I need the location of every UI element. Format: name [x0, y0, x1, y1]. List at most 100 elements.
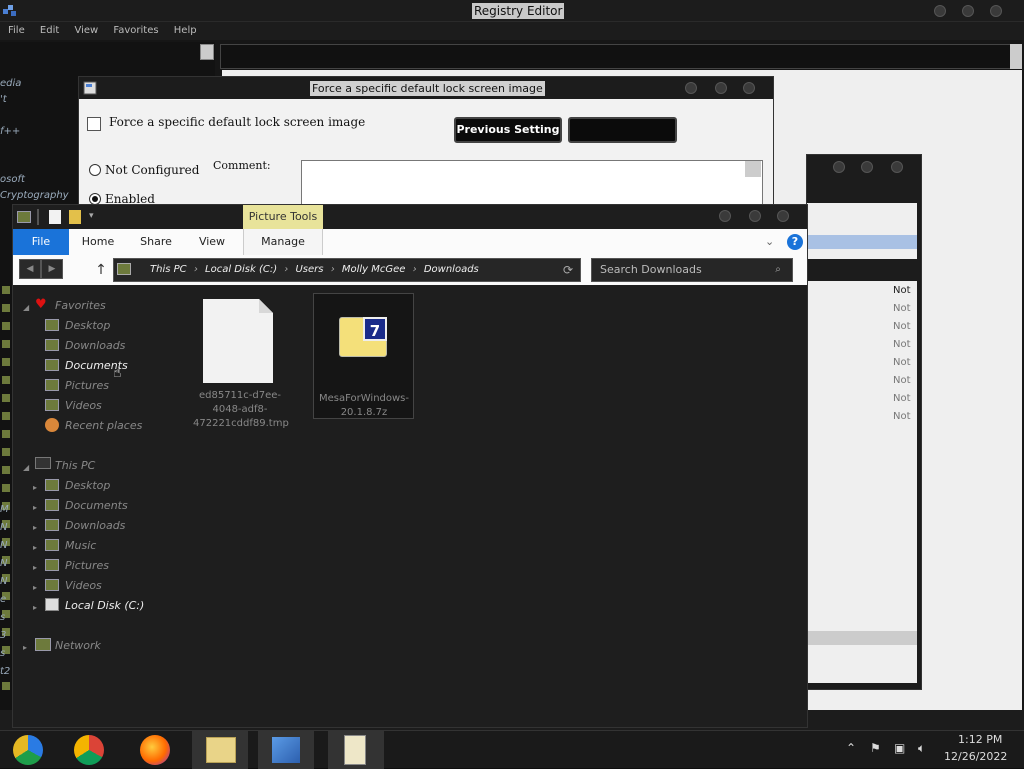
new-folder-icon[interactable]: [69, 210, 81, 224]
firefox-icon: [140, 735, 170, 765]
nav-fav-pictures[interactable]: Pictures: [65, 379, 109, 392]
folder-icon: [2, 358, 10, 366]
nav-pc-documents[interactable]: Documents: [65, 499, 128, 512]
forward-button[interactable]: ▶: [41, 259, 63, 279]
back-button[interactable]: ◀: [19, 259, 41, 279]
minimize-button[interactable]: [934, 5, 946, 17]
maximize-button[interactable]: [861, 161, 873, 173]
menu-help[interactable]: Help: [174, 22, 197, 40]
nav-pc-pictures[interactable]: Pictures: [65, 559, 109, 572]
volume-icon[interactable]: 🔈︎: [918, 741, 925, 756]
nav-pc-local-disk[interactable]: Local Disk (C:): [65, 599, 144, 612]
previous-setting-button[interactable]: Previous Setting: [454, 117, 562, 143]
expand-arrow-icon[interactable]: ▸: [33, 543, 43, 553]
file-explorer-window[interactable]: ▾ Picture Tools File Home Share View Man…: [12, 204, 808, 728]
expand-arrow-icon[interactable]: ◢: [23, 303, 33, 313]
expand-arrow-icon[interactable]: ▸: [33, 523, 43, 533]
taskbar-notepad-button[interactable]: [328, 731, 384, 769]
registry-editor-titlebar[interactable]: Registry Editor: [0, 0, 1024, 22]
close-button[interactable]: [990, 5, 1002, 17]
expand-arrow-icon[interactable]: ▸: [33, 483, 43, 493]
maximize-button[interactable]: [749, 210, 761, 222]
close-button[interactable]: [891, 161, 903, 173]
radio-button[interactable]: [89, 164, 101, 176]
policy-list-pane[interactable]: Not Not Not Not Not Not Not Not: [807, 203, 917, 683]
expand-arrow-icon[interactable]: ▸: [33, 563, 43, 573]
address-bar[interactable]: This PC › Local Disk (C:) › Users › Moll…: [113, 258, 581, 282]
tab-home[interactable]: Home: [73, 229, 123, 255]
minimize-button[interactable]: [685, 82, 697, 94]
nav-pc-videos[interactable]: Videos: [65, 579, 102, 592]
expand-arrow-icon[interactable]: ▸: [33, 503, 43, 513]
close-button[interactable]: [743, 82, 755, 94]
menu-view[interactable]: View: [74, 22, 98, 40]
nav-fav-recent-places[interactable]: Recent places: [65, 419, 142, 432]
search-input[interactable]: Search Downloads: [591, 258, 793, 282]
nav-network[interactable]: Network: [55, 639, 101, 652]
minimize-button[interactable]: [833, 161, 845, 173]
taskbar-firefox-button[interactable]: [126, 731, 182, 769]
7zip-badge-icon: 7: [363, 317, 387, 341]
tab-share[interactable]: Share: [131, 229, 181, 255]
nav-pc-music[interactable]: Music: [65, 539, 96, 552]
nav-pc-downloads[interactable]: Downloads: [65, 519, 125, 532]
expand-arrow-icon[interactable]: ▸: [33, 603, 43, 613]
address-segment[interactable]: Local Disk (C:): [205, 264, 277, 275]
policy-dialog-titlebar[interactable]: Force a specific default lock screen ima…: [79, 77, 773, 99]
explorer-titlebar[interactable]: ▾ Picture Tools: [13, 205, 807, 229]
nav-favorites[interactable]: Favorites: [55, 299, 106, 312]
nav-pc-desktop[interactable]: Desktop: [65, 479, 110, 492]
next-setting-button[interactable]: [568, 117, 677, 143]
taskbar-clock-date[interactable]: 12/26/2022: [944, 750, 1007, 763]
nav-fav-downloads[interactable]: Downloads: [65, 339, 125, 352]
address-segment[interactable]: Users: [295, 264, 323, 275]
menu-favorites[interactable]: Favorites: [113, 22, 158, 40]
maximize-button[interactable]: [962, 5, 974, 17]
taskbar-file-explorer-button[interactable]: [192, 731, 248, 769]
expand-ribbon-chevron-icon[interactable]: ⌄: [765, 235, 774, 248]
taskbar-regedit-button[interactable]: [258, 731, 314, 769]
properties-icon[interactable]: [49, 210, 61, 224]
horizontal-scrollbar[interactable]: [807, 631, 917, 645]
address-segment[interactable]: This PC: [150, 264, 187, 275]
taskbar-chrome-button[interactable]: [62, 731, 118, 769]
up-arrow-icon[interactable]: ↑: [93, 260, 109, 280]
tree-scroll-up-arrow[interactable]: [200, 44, 214, 60]
address-segment[interactable]: Downloads: [424, 264, 479, 275]
quick-access-dropdown-icon[interactable]: ▾: [89, 211, 94, 221]
minimize-button[interactable]: [719, 210, 731, 222]
pictures-icon: [45, 379, 59, 391]
background-policy-list-window[interactable]: Not Not Not Not Not Not Not Not: [806, 154, 922, 690]
tab-manage[interactable]: Manage: [243, 229, 323, 255]
file-tile[interactable]: ed85711c-d7ee-4048-adf8-472221cddf89.tmp: [193, 295, 289, 435]
menu-file[interactable]: File: [8, 22, 25, 40]
show-hidden-icons-chevron-icon[interactable]: ⌃: [846, 741, 856, 755]
help-icon[interactable]: ?: [787, 234, 803, 250]
nav-fav-videos[interactable]: Videos: [65, 399, 102, 412]
nav-this-pc[interactable]: This PC: [55, 459, 95, 472]
menu-edit[interactable]: Edit: [40, 22, 59, 40]
search-icon[interactable]: ⌕: [767, 262, 789, 278]
address-segment[interactable]: Molly McGee: [342, 264, 406, 275]
nav-fav-desktop[interactable]: Desktop: [65, 319, 110, 332]
expand-arrow-icon[interactable]: ▸: [23, 643, 33, 653]
expand-arrow-icon[interactable]: ◢: [23, 463, 33, 473]
close-button[interactable]: [777, 210, 789, 222]
comment-scroll-up-arrow[interactable]: [745, 161, 761, 177]
action-center-flag-icon[interactable]: ⚑: [870, 741, 881, 755]
refresh-icon[interactable]: ⟳: [557, 259, 579, 281]
tab-file[interactable]: File: [13, 229, 69, 255]
folder-icon: [2, 340, 10, 348]
tab-view[interactable]: View: [187, 229, 237, 255]
taskbar-chromium-button[interactable]: [0, 731, 56, 769]
comment-textarea[interactable]: [301, 160, 763, 209]
downloads-icon: [45, 519, 59, 531]
taskbar-clock-time[interactable]: 1:12 PM: [958, 733, 1002, 746]
not-configured-radio[interactable]: Not Configured: [89, 163, 199, 177]
registry-editor-menubar: File Edit View Favorites Help: [0, 22, 1024, 40]
network-tray-icon[interactable]: ▣: [894, 741, 905, 755]
maximize-button[interactable]: [715, 82, 727, 94]
values-scrollbar[interactable]: [1010, 44, 1022, 69]
expand-arrow-icon[interactable]: ▸: [33, 583, 43, 593]
policy-setting-dialog[interactable]: Force a specific default lock screen ima…: [78, 76, 774, 209]
